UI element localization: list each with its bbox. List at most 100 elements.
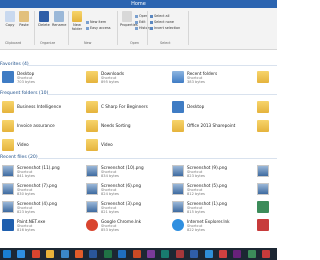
recent-file-item-partial[interactable]: [257, 164, 277, 179]
favorites-section-header: Favorites (4): [0, 61, 277, 69]
properties-icon: [122, 11, 132, 22]
explorer-icon[interactable]: [46, 250, 55, 258]
recent-file-item[interactable]: Screenshot (7).png Shortcut 830 bytes: [2, 182, 74, 197]
ribbon-divider: [34, 11, 35, 45]
recent-file-item[interactable]: Screenshot (10).png Shortcut 834 bytes: [86, 164, 158, 179]
paint-net-icon: [2, 219, 14, 231]
favorite-item-downloads[interactable]: Downloads Shortcut 895 bytes: [86, 70, 158, 85]
image-file-icon: [2, 201, 14, 213]
favorites-label: Favorites (4): [0, 62, 29, 67]
powerpoint-icon[interactable]: [132, 250, 141, 258]
select-group-label: Select: [160, 41, 171, 45]
image-file-icon: [86, 201, 98, 213]
recent-file-item[interactable]: Internet Explorer.lnk Shortcut 822 bytes: [172, 218, 244, 233]
access-icon[interactable]: [175, 250, 184, 258]
rename-icon: [54, 11, 64, 22]
recent-file-item[interactable]: Screenshot (5).png Shortcut 812 bytes: [172, 182, 244, 197]
recent-file-item[interactable]: Screenshot (6).png Shortcut 824 bytes: [86, 182, 158, 197]
paste-button[interactable]: Paste: [17, 11, 31, 27]
word-icon[interactable]: [89, 250, 98, 258]
recent-file-item[interactable]: Screenshot (9).png Shortcut 823 bytes: [172, 164, 244, 179]
frequent-folder-item-partial[interactable]: [257, 100, 277, 115]
properties-button[interactable]: Properties: [120, 11, 138, 27]
favorite-item-partial[interactable]: [257, 70, 277, 85]
frequent-folder-item[interactable]: Video: [2, 138, 74, 153]
chrome-icon: [86, 219, 98, 231]
new-folder-icon: [72, 11, 82, 22]
mail-icon[interactable]: [262, 250, 271, 258]
app-icon: [257, 201, 269, 213]
section-divider: [48, 94, 277, 95]
outlook-icon[interactable]: [118, 250, 127, 258]
recent-file-item-partial[interactable]: [257, 182, 277, 197]
rename-button[interactable]: Rename: [52, 11, 66, 27]
image-file-icon: [257, 165, 269, 177]
frequent-folder-item-partial[interactable]: [257, 119, 277, 134]
clipboard-group-label: Clipboard: [5, 41, 22, 45]
frequent-folder-item[interactable]: C Sharp For Beginners: [86, 100, 158, 115]
frequent-folder-item[interactable]: Needs Sorting: [86, 119, 158, 134]
folder-icon: [257, 71, 269, 83]
store-icon[interactable]: [60, 250, 69, 258]
open-group-label: Open: [130, 41, 140, 45]
delete-button[interactable]: Delete: [37, 11, 51, 27]
recent-file-item[interactable]: Screenshot (11).png Shortcut 841 bytes: [2, 164, 74, 179]
recent-file-item[interactable]: Screenshot (4).png Shortcut 823 bytes: [2, 200, 74, 215]
desktop-icon: [172, 101, 184, 113]
frequent-folder-item[interactable]: Desktop: [172, 100, 244, 115]
frequent-folder-item[interactable]: Office 2013 Sharepoint: [172, 119, 244, 134]
publisher-icon[interactable]: [161, 250, 170, 258]
favorite-item-desktop[interactable]: Desktop Shortcut 703 bytes: [2, 70, 74, 85]
chrome-icon[interactable]: [31, 250, 40, 258]
onenote-icon[interactable]: [147, 250, 155, 258]
copy-button[interactable]: Copy: [3, 11, 17, 27]
recent-file-item-partial[interactable]: [257, 218, 277, 233]
folder-icon: [257, 101, 269, 113]
excel-icon[interactable]: [103, 250, 112, 258]
edit-button[interactable]: Edit: [135, 20, 146, 24]
new-folder-button[interactable]: New folder: [70, 11, 84, 31]
recent-file-item[interactable]: Paint.NET.exe Shortcut 816 bytes: [2, 218, 74, 233]
history-icon: [135, 26, 138, 30]
media-icon[interactable]: [75, 250, 83, 258]
recent-file-item[interactable]: Google Chrome.lnk Shortcut 853 bytes: [86, 218, 158, 233]
invert-selection-button[interactable]: Invert selection: [150, 26, 180, 30]
settings-icon[interactable]: [247, 250, 256, 258]
image-file-icon: [257, 183, 269, 195]
image-file-icon: [86, 165, 98, 177]
frequent-section-header: Frequent folders (10): [0, 90, 277, 98]
visio-icon[interactable]: [190, 250, 199, 258]
folder-icon: [2, 139, 14, 151]
ribbon-divider: [117, 11, 118, 45]
history-button[interactable]: History: [135, 26, 151, 30]
downloads-icon: [86, 71, 98, 83]
easy-access-button[interactable]: Easy access: [86, 26, 111, 30]
folder-icon: [86, 101, 98, 113]
recent-file-item[interactable]: Screenshot (3).png Shortcut 821 bytes: [86, 200, 158, 215]
image-file-icon: [2, 183, 14, 195]
ie-icon[interactable]: [17, 250, 26, 258]
recent-file-item-partial[interactable]: [257, 200, 277, 215]
easy-access-icon: [86, 26, 89, 30]
recent-files-label: Recent files (20): [0, 155, 38, 160]
image-file-icon: [172, 201, 184, 213]
frequent-folder-item[interactable]: Video: [86, 138, 158, 153]
lync-icon[interactable]: [204, 250, 213, 258]
section-divider: [38, 158, 277, 159]
app-icon: [257, 219, 269, 231]
vs-icon[interactable]: [233, 250, 242, 258]
recent-folders-icon: [172, 71, 184, 83]
folder-icon: [257, 120, 269, 132]
delete-icon: [39, 11, 49, 22]
favorite-item-recent-folders[interactable]: Recent folders Shortcut 383 bytes: [172, 70, 244, 85]
select-none-button[interactable]: Select none: [150, 20, 174, 24]
frequent-folder-item[interactable]: Invoice assurance: [2, 119, 74, 134]
image-file-icon: [172, 165, 184, 177]
start-icon[interactable]: [3, 250, 11, 258]
new-item-button[interactable]: New item: [86, 20, 106, 24]
internet-explorer-icon: [172, 219, 184, 231]
select-all-button[interactable]: Select all: [150, 14, 170, 18]
frequent-folder-item[interactable]: Business Intelligence: [2, 100, 74, 115]
skydrive-icon[interactable]: [219, 250, 227, 258]
recent-file-item[interactable]: Screenshot (1).png Shortcut 815 bytes: [172, 200, 244, 215]
